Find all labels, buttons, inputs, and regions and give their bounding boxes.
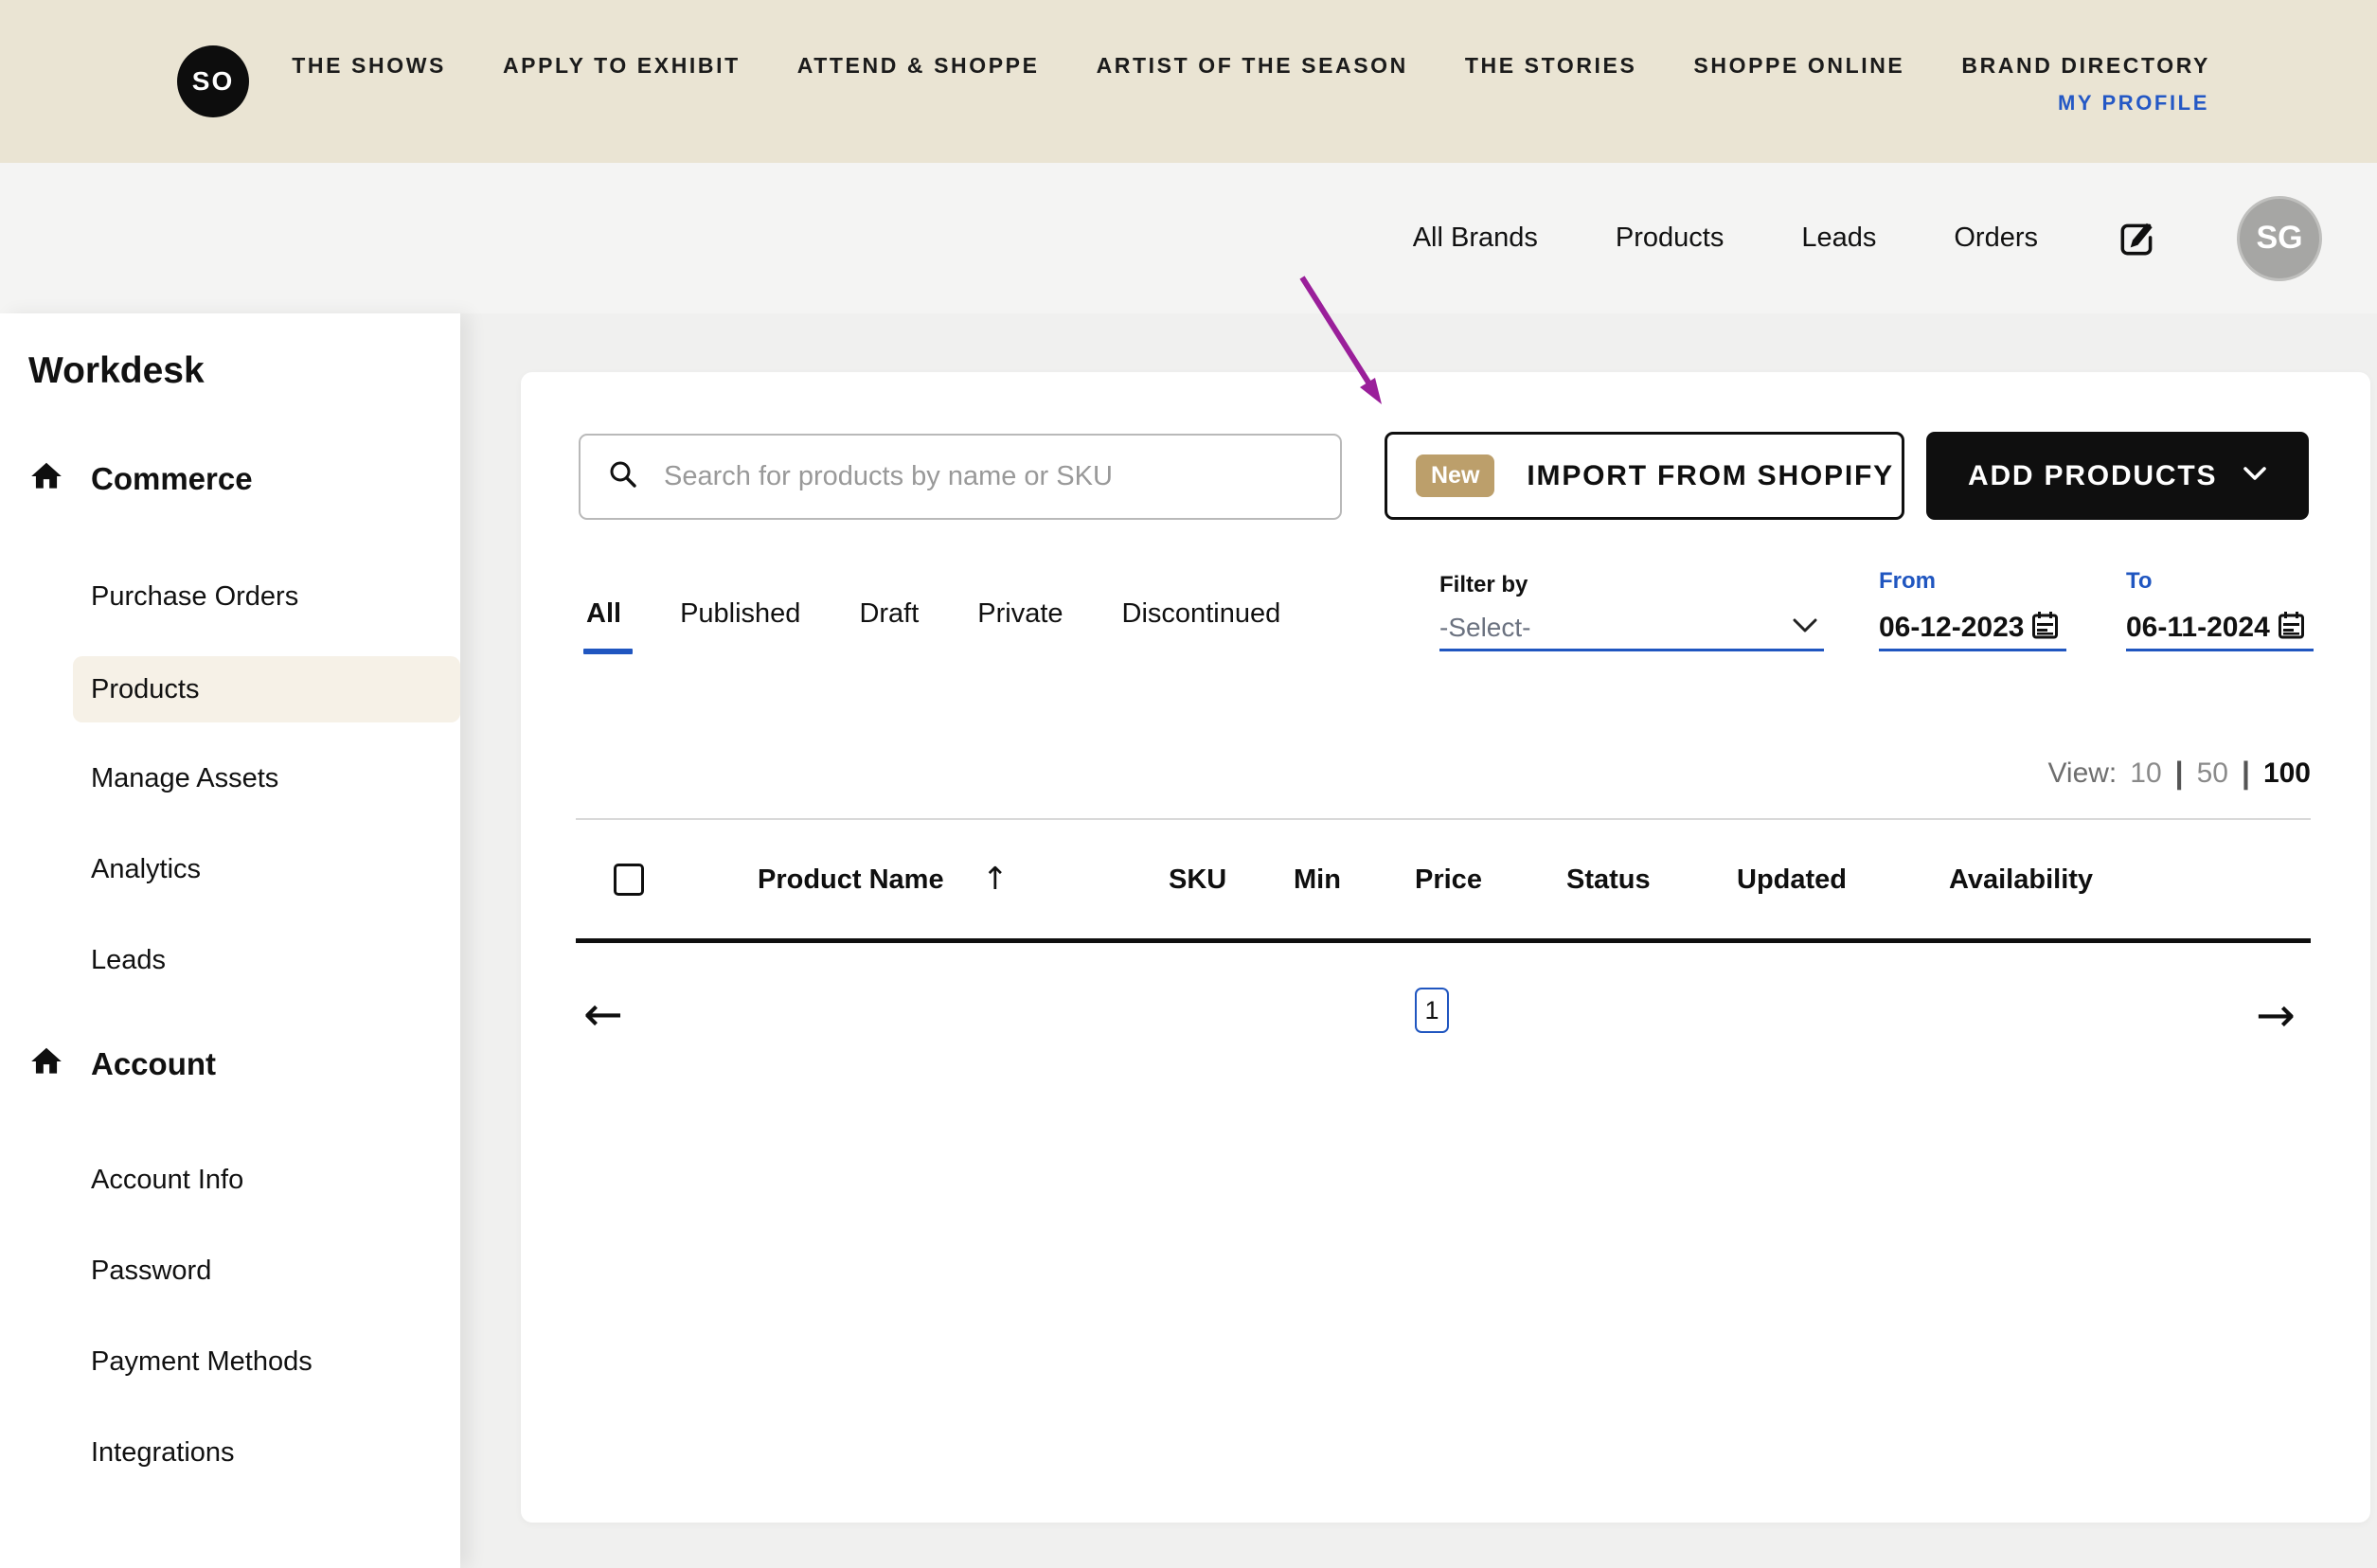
filter-by-label: Filter by xyxy=(1439,572,1528,598)
table-header-border xyxy=(576,938,2311,943)
brand-nav: THE SHOWS APPLY TO EXHIBIT ATTEND & SHOP… xyxy=(292,53,2210,79)
tab-published[interactable]: Published xyxy=(680,598,800,654)
from-date-field[interactable]: 06-12-2023 xyxy=(1879,606,2066,651)
products-panel xyxy=(521,372,2370,1523)
view-option-10[interactable]: 10 xyxy=(2130,757,2161,790)
sidebar-item-products[interactable]: Products xyxy=(91,656,199,722)
tab-all[interactable]: All xyxy=(586,598,621,654)
add-products-label: ADD PRODUCTS xyxy=(1968,460,2217,492)
add-products-button[interactable]: ADD PRODUCTS xyxy=(1926,432,2309,520)
tab-label: Draft xyxy=(859,598,919,629)
account-nav-bar: All Brands Products Leads Orders SG xyxy=(0,163,2377,313)
tab-private[interactable]: Private xyxy=(977,598,1063,654)
search-icon xyxy=(607,458,639,495)
tab-label: Discontinued xyxy=(1122,598,1281,629)
page-number-1[interactable]: 1 xyxy=(1415,988,1449,1033)
nav-products[interactable]: Products xyxy=(1616,223,1724,254)
account-nav: All Brands Products Leads Orders SG xyxy=(1413,163,2322,313)
view-label: View: xyxy=(2047,757,2117,790)
view-option-100[interactable]: 100 xyxy=(2263,757,2311,790)
view-option-50[interactable]: 50 xyxy=(2197,757,2228,790)
nav-leads[interactable]: Leads xyxy=(1801,223,1876,254)
tab-label: All xyxy=(586,598,621,629)
nav-attend-and-shoppe[interactable]: ATTEND & SHOPPE xyxy=(797,53,1040,79)
sidebar-section-account[interactable]: Account xyxy=(28,1043,216,1084)
calendar-icon[interactable] xyxy=(2031,611,2059,645)
to-date-field[interactable]: 06-11-2024 xyxy=(2126,606,2314,651)
product-search-box xyxy=(579,434,1342,520)
search-input[interactable] xyxy=(664,461,1308,492)
my-profile-link[interactable]: MY PROFILE xyxy=(2058,91,2209,116)
select-all-checkbox[interactable] xyxy=(614,864,644,896)
nav-all-brands[interactable]: All Brands xyxy=(1413,223,1538,254)
from-date-value: 06-12-2023 xyxy=(1879,612,2024,644)
to-date-value: 06-11-2024 xyxy=(2126,612,2270,644)
sidebar-item-password[interactable]: Password xyxy=(91,1238,211,1304)
workdesk-products-page: SO THE SHOWS APPLY TO EXHIBIT ATTEND & S… xyxy=(0,0,2377,1568)
tab-label: Published xyxy=(680,598,800,629)
view-per-page: View: 10 | 50 | 100 xyxy=(2047,756,2311,791)
sidebar-item-manage-assets[interactable]: Manage Assets xyxy=(91,745,278,811)
nav-the-shows[interactable]: THE SHOWS xyxy=(292,53,446,79)
new-badge: New xyxy=(1416,454,1494,497)
nav-shoppe-online[interactable]: SHOPPE ONLINE xyxy=(1693,53,1904,79)
sidebar-item-leads[interactable]: Leads xyxy=(91,927,166,993)
active-tab-underline xyxy=(583,649,633,654)
column-status[interactable]: Status xyxy=(1566,864,1651,896)
so-logo[interactable]: SO xyxy=(177,45,249,117)
next-page-arrow[interactable]: → xyxy=(2256,991,2296,1039)
status-tabs: All Published Draft Private Discontinued xyxy=(586,598,1280,654)
sidebar-section-commerce[interactable]: Commerce xyxy=(28,458,253,499)
brand-top-bar: SO THE SHOWS APPLY TO EXHIBIT ATTEND & S… xyxy=(0,0,2377,163)
sort-ascending-icon[interactable]: ↑ xyxy=(982,860,1009,897)
tab-draft[interactable]: Draft xyxy=(859,598,919,654)
import-from-shopify-label: IMPORT FROM SHOPIFY xyxy=(1527,460,1894,492)
filter-select-value: -Select- xyxy=(1439,613,1530,643)
column-product-name[interactable]: Product Name xyxy=(758,864,944,896)
nav-artist-of-the-season[interactable]: ARTIST OF THE SEASON xyxy=(1097,53,1408,79)
home-icon xyxy=(28,458,64,499)
home-icon xyxy=(28,1043,64,1084)
column-updated[interactable]: Updated xyxy=(1737,864,1847,896)
from-label: From xyxy=(1879,568,1936,595)
sidebar-section-label: Account xyxy=(91,1046,216,1082)
sidebar-item-purchase-orders[interactable]: Purchase Orders xyxy=(91,563,298,630)
sidebar-item-analytics[interactable]: Analytics xyxy=(91,836,201,902)
column-min[interactable]: Min xyxy=(1294,864,1341,896)
sidebar-title: Workdesk xyxy=(28,350,205,392)
import-from-shopify-button[interactable]: New IMPORT FROM SHOPIFY xyxy=(1385,432,1904,520)
table-top-border xyxy=(576,818,2311,820)
previous-page-arrow[interactable]: ← xyxy=(583,990,623,1038)
nav-orders[interactable]: Orders xyxy=(1954,223,2038,254)
nav-apply-to-exhibit[interactable]: APPLY TO EXHIBIT xyxy=(503,53,741,79)
column-price[interactable]: Price xyxy=(1415,864,1482,896)
chevron-down-icon xyxy=(2243,466,2267,486)
sidebar-item-payment-methods[interactable]: Payment Methods xyxy=(91,1328,313,1395)
edit-square-icon[interactable] xyxy=(2116,217,2159,260)
sidebar-item-integrations[interactable]: Integrations xyxy=(91,1419,235,1486)
tab-label: Private xyxy=(977,598,1063,629)
sidebar-section-label: Commerce xyxy=(91,461,253,497)
view-separator: | xyxy=(2175,756,2184,791)
column-availability[interactable]: Availability xyxy=(1949,864,2093,896)
filter-select[interactable]: -Select- xyxy=(1439,606,1824,651)
column-sku[interactable]: SKU xyxy=(1169,864,1226,896)
tab-discontinued[interactable]: Discontinued xyxy=(1122,598,1281,654)
user-avatar[interactable]: SG xyxy=(2237,196,2322,281)
sidebar-item-account-info[interactable]: Account Info xyxy=(91,1147,243,1213)
to-label: To xyxy=(2126,568,2153,595)
nav-brand-directory[interactable]: BRAND DIRECTORY xyxy=(1961,53,2210,79)
nav-the-stories[interactable]: THE STORIES xyxy=(1465,53,1637,79)
view-separator: | xyxy=(2242,756,2250,791)
chevron-down-icon xyxy=(1792,617,1818,638)
calendar-icon[interactable] xyxy=(2278,611,2305,645)
